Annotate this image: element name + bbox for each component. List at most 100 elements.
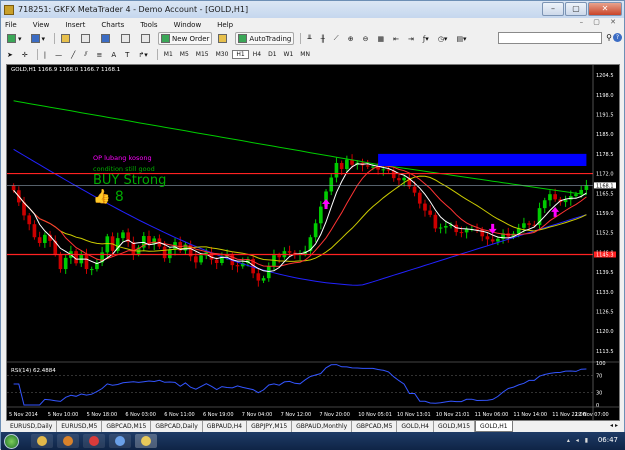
menu-charts[interactable]: Charts (93, 21, 132, 29)
timeframe-h1[interactable]: H1 (232, 50, 249, 59)
candle-body (584, 185, 589, 190)
tab-gbpaud-monthly[interactable]: GBPAUD,Monthly (292, 421, 353, 432)
arrows-icon[interactable]: ↱▾ (135, 48, 150, 61)
data-window-icon[interactable] (78, 32, 95, 45)
tile-windows-icon[interactable]: ▦ (374, 32, 387, 45)
crosshair-icon[interactable]: ✛ (19, 48, 31, 61)
autoscroll-icon[interactable]: ⇥ (405, 32, 417, 45)
profiles-icon[interactable]: ▾ (28, 32, 49, 45)
candle-body (433, 214, 438, 229)
autotrading-button[interactable]: AutoTrading (235, 32, 295, 45)
close-button[interactable]: ✕ (588, 2, 622, 16)
candle-body (443, 226, 448, 228)
taskbar-app-icon[interactable] (109, 434, 131, 448)
tab-gbpcad-daily[interactable]: GBPCAD,Daily (151, 421, 203, 432)
menu-insert[interactable]: Insert (57, 21, 93, 29)
vertical-line-icon[interactable]: | (41, 48, 49, 61)
candle-body (496, 238, 500, 242)
candle-body (152, 238, 157, 244)
templates-icon[interactable]: ▤▾ (453, 32, 469, 45)
metaeditor-icon[interactable] (215, 32, 232, 45)
horizontal-line-icon[interactable]: — (52, 48, 65, 61)
candle-body (490, 239, 495, 242)
trendline-icon[interactable]: ╱ (68, 48, 78, 61)
candle-body (548, 194, 552, 201)
tester-icon[interactable] (138, 32, 155, 45)
candlestick-icon[interactable]: ╫ (318, 32, 328, 45)
timeframe-m5[interactable]: M5 (177, 51, 192, 58)
system-tray-icons[interactable]: ▴ ◂ ▮ (567, 437, 590, 444)
rsi-tick-label: 30 (596, 390, 602, 396)
blue-zone-rect (378, 153, 587, 166)
price-tick-label: 1139.5 (596, 270, 614, 276)
menu-window[interactable]: Window (166, 21, 210, 29)
tab-eurusd-m5[interactable]: EURUSD,M5 (57, 421, 103, 432)
minimize-button[interactable]: – (542, 2, 564, 16)
timeframe-w1[interactable]: W1 (281, 51, 297, 58)
menu-file[interactable]: File (1, 21, 25, 29)
cursor-icon[interactable]: ➤ (4, 48, 16, 61)
new-chart-icon[interactable]: ▾ (4, 32, 25, 45)
bar-chart-icon[interactable]: ╨ (304, 32, 314, 45)
taskbar-explorer-icon[interactable] (31, 434, 53, 448)
text-icon[interactable]: A (108, 48, 119, 61)
window-controls: – ▢ ✕ (542, 2, 622, 16)
time-tick-label: 10 Nov 21:01 (436, 412, 470, 418)
search-icon[interactable]: ⚲ (606, 33, 612, 42)
timeframe-m1[interactable]: M1 (161, 51, 176, 58)
time-tick-label: 7 Nov 20:00 (319, 412, 350, 418)
taskbar-media-icon[interactable] (57, 434, 79, 448)
market-watch-icon[interactable] (58, 32, 75, 45)
timeframe-h4[interactable]: H4 (250, 51, 264, 58)
tab-eurusd-daily[interactable]: EURUSD,Daily (6, 421, 58, 432)
equidistant-channel-icon[interactable]: ⫽ (81, 48, 90, 61)
tab-gold-h1[interactable]: GOLD,H1 (475, 421, 513, 432)
candle-body (58, 254, 63, 270)
timeframe-m30[interactable]: M30 (213, 51, 232, 58)
tab-gold-h4[interactable]: GOLD,H4 (397, 421, 434, 432)
navigator-icon[interactable] (98, 32, 115, 45)
rsi-tick-label: 0 (596, 403, 599, 409)
candle-body (553, 194, 557, 200)
line-chart-icon[interactable]: ⟋ (331, 32, 342, 45)
zoom-out-icon[interactable]: ⊖ (360, 32, 372, 45)
menu-view[interactable]: View (25, 21, 58, 29)
tab-gbpcad-m5[interactable]: GBPCAD,M5 (352, 421, 398, 432)
menu-help[interactable]: Help (209, 21, 241, 29)
new-order-button[interactable]: New Order (158, 32, 213, 45)
timeframe-mn[interactable]: MN (297, 51, 313, 58)
chart-window[interactable]: 1204.5 1198.0 1191.5 1185.0 1178.5 1172.0 1165… (6, 64, 620, 421)
chart-tabs: EURUSD,Daily EURUSD,M5 GBPCAD,M15 GBPCAD… (6, 421, 620, 432)
start-button[interactable] (4, 434, 19, 449)
taskbar-metatrader-icon[interactable] (135, 434, 157, 448)
mdi-controls[interactable]: – ▢ ✕ (580, 18, 620, 26)
taskbar-browser-icon[interactable] (83, 434, 105, 448)
candle-body (423, 203, 427, 211)
timeframe-d1[interactable]: D1 (265, 51, 279, 58)
terminal-icon[interactable] (118, 32, 135, 45)
annotation-condition: condition still good (93, 165, 155, 173)
chart-canvas[interactable]: 1204.5 1198.0 1191.5 1185.0 1178.5 1172.0 1165… (7, 65, 619, 420)
candle-body (256, 273, 261, 281)
timeframe-m15[interactable]: M15 (193, 51, 212, 58)
tab-gbpaud-h4[interactable]: GBPAUD,H4 (203, 421, 248, 432)
tab-scroll-icon[interactable]: ◂▸ (610, 422, 620, 429)
zoom-in-icon[interactable]: ⊕ (345, 32, 357, 45)
maximize-button[interactable]: ▢ (565, 2, 587, 16)
menu-tools[interactable]: Tools (132, 21, 165, 29)
chart-shift-icon[interactable]: ⇤ (390, 32, 402, 45)
search-input[interactable] (498, 32, 602, 44)
fibonacci-icon[interactable]: ≡ (93, 48, 105, 61)
help-icon[interactable]: ? (613, 33, 622, 42)
candle-body (43, 234, 47, 243)
candle-body (37, 237, 42, 243)
price-tick-label: 1133.0 (596, 290, 614, 296)
text-label-icon[interactable]: T (122, 48, 132, 61)
tab-gold-m15[interactable]: GOLD,M15 (434, 421, 476, 432)
rsi-tick-label: 100 (596, 361, 606, 367)
tab-gbpcad-m15[interactable]: GBPCAD,M15 (102, 421, 152, 432)
clock: 06:47 (597, 436, 618, 444)
periods-icon[interactable]: ◷▾ (435, 32, 451, 45)
tab-gbpjpy-m15[interactable]: GBPJPY,M15 (247, 421, 293, 432)
indicators-icon[interactable]: ƒ▾ (420, 32, 432, 45)
